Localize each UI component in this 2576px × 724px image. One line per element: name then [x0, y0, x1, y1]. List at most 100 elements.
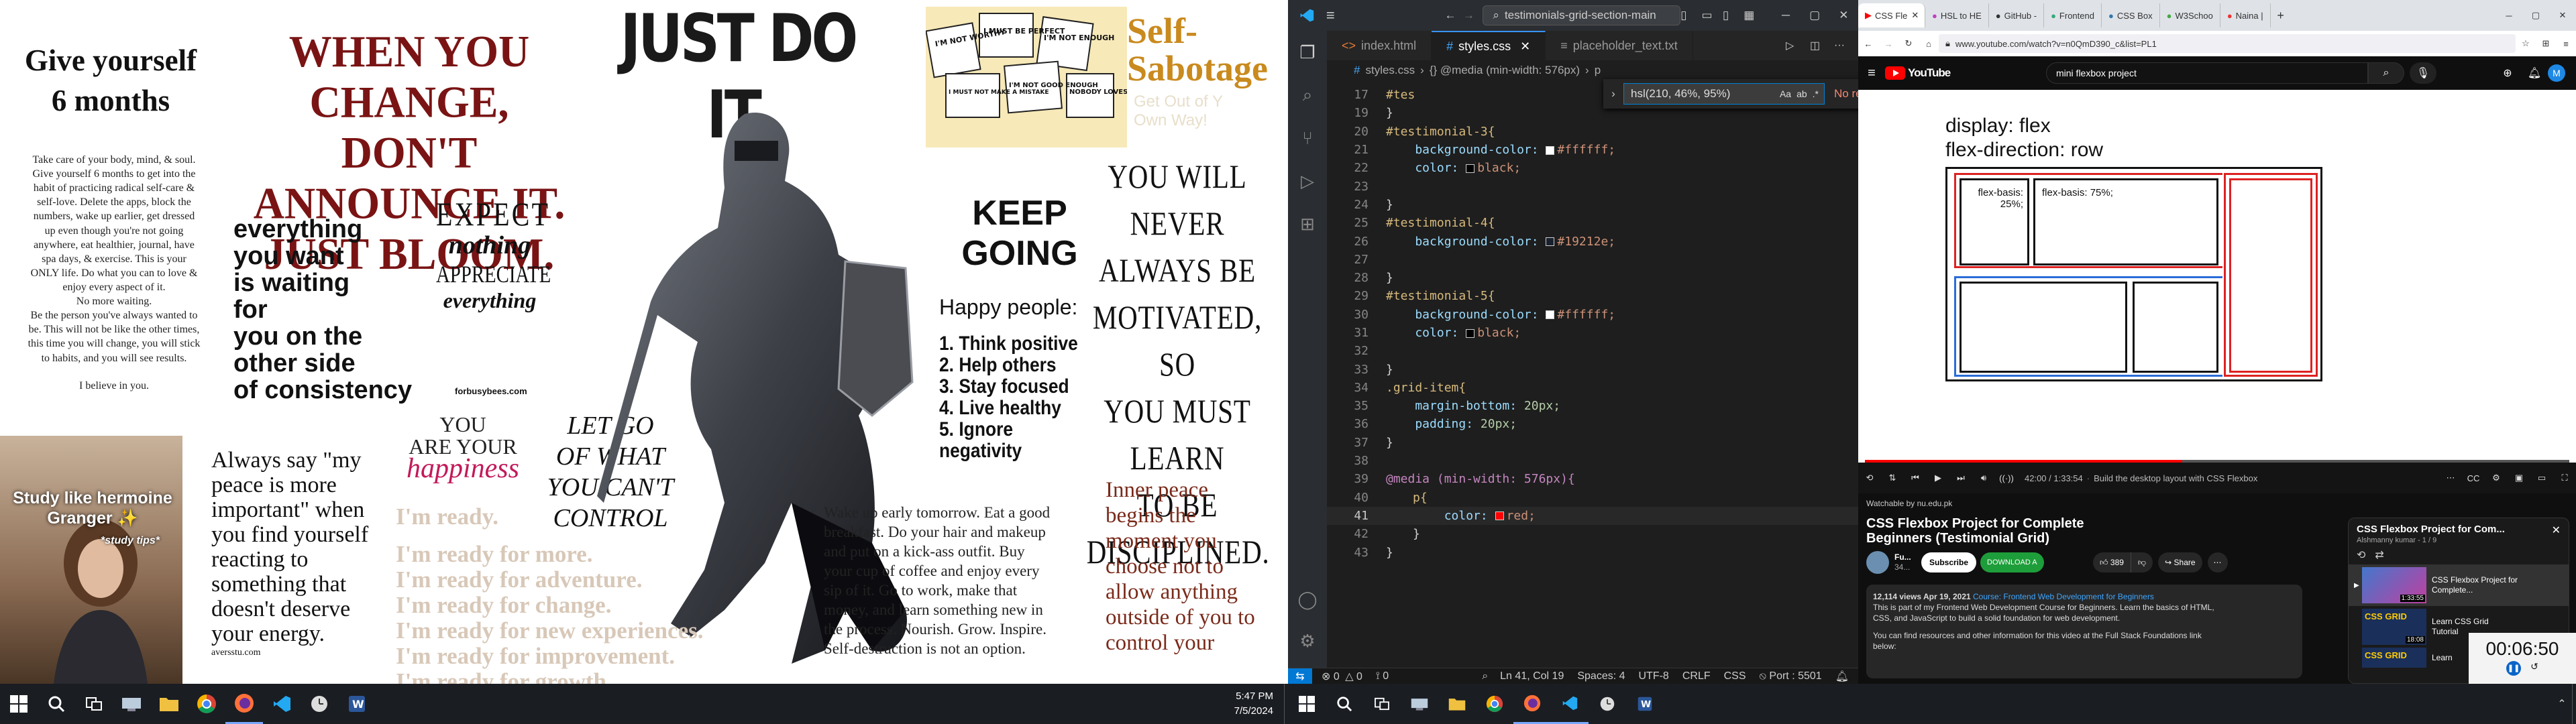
explorer-app-button[interactable] [1401, 684, 1438, 724]
settings-icon[interactable]: ⚙ [2485, 473, 2508, 483]
dislike-button[interactable]: 👎︎ [2130, 552, 2153, 572]
explorer-icon[interactable]: ❐ [1288, 31, 1327, 74]
color-swatch-icon[interactable] [1546, 145, 1555, 155]
loop-icon[interactable]: ⟲ [1858, 473, 1881, 483]
firefox-button[interactable] [1513, 684, 1551, 724]
remote-icon[interactable]: ⇆ [1288, 668, 1312, 684]
like-button[interactable]: 👍︎ 389 [2093, 552, 2131, 572]
volume-icon[interactable]: 🔊︎ [1972, 473, 1995, 483]
task-view-button[interactable] [1363, 684, 1401, 724]
breadcrumb-item[interactable]: p [1595, 64, 1601, 77]
more-actions-icon[interactable]: ··· [1834, 31, 1858, 60]
extensions-icon[interactable]: ⊞ [1288, 202, 1327, 245]
command-search-box[interactable]: ⌕ testimonials-grid-section-main [1483, 5, 1681, 25]
code-line[interactable]: 23 [1327, 177, 1858, 195]
color-swatch-icon[interactable] [1466, 328, 1475, 338]
download-button[interactable]: DOWNLOAD A [1980, 552, 2044, 572]
maximize-button[interactable]: ▢ [2522, 10, 2549, 21]
youtube-logo[interactable]: YouTube [1885, 66, 1979, 80]
code-line[interactable]: 38 [1327, 452, 1858, 470]
reset-icon[interactable]: ↺ [2530, 661, 2538, 676]
source-control-icon[interactable]: ⑂ [1288, 117, 1327, 160]
code-line[interactable]: 22 color: black; [1327, 159, 1858, 177]
language-mode[interactable]: CSS [1724, 670, 1746, 682]
playlist-item[interactable]: ▶ 1:33:55 CSS Flexbox Project for Comple… [2349, 564, 2569, 606]
maximize-button[interactable]: ▢ [1801, 9, 1829, 22]
close-tab-icon[interactable]: ✕ [1520, 40, 1530, 54]
explorer-app-button[interactable] [113, 684, 150, 724]
minimize-button[interactable]: ─ [2496, 11, 2522, 21]
file-explorer-button[interactable] [150, 684, 188, 724]
code-line[interactable]: 32 [1327, 342, 1858, 360]
run-icon[interactable]: ▷ [1786, 31, 1810, 60]
layout-sidebar-icon[interactable]: ▯ [1680, 9, 1701, 22]
vscode-button[interactable] [1551, 684, 1589, 724]
show-desktop-button[interactable] [2572, 684, 2576, 724]
problems-indicator[interactable]: ⊗ 0 △ 0 [1322, 670, 1362, 683]
whole-word-icon[interactable]: ab [1796, 88, 1807, 99]
loop-icon[interactable]: ⟲ [2357, 548, 2365, 562]
code-editor[interactable]: 17 #tes 19} 20 #testimonial-3{21 background-… [1327, 86, 1858, 562]
browser-tab[interactable]: ▶ CSS Fle ✕ [1858, 3, 1925, 27]
fullscreen-icon[interactable]: ⛶ [2553, 473, 2576, 483]
create-icon[interactable]: ⊕ [2494, 66, 2521, 80]
gear-icon[interactable]: ⚙ [1288, 619, 1327, 662]
regex-icon[interactable]: .* [1813, 88, 1819, 99]
subscribe-button[interactable]: Subscribe [1921, 552, 1977, 572]
chapter-title[interactable]: Build the desktop layout with CSS Flexbo… [2094, 473, 2257, 483]
match-case-icon[interactable]: Aa [1780, 88, 1791, 99]
split-editor-icon[interactable]: ◫ [1810, 31, 1834, 60]
tab-styles-css[interactable]: # styles.css ✕ [1432, 31, 1546, 60]
home-icon[interactable]: ⌂ [1919, 39, 1939, 49]
browser-tab[interactable]: ● HSL to HE [1925, 3, 1989, 27]
color-swatch-icon[interactable] [1546, 310, 1555, 320]
menu-icon[interactable]: ≡ [2556, 39, 2576, 49]
ports-indicator[interactable]: ⟟ 0 [1376, 670, 1389, 682]
firefox-button[interactable] [225, 684, 263, 724]
code-line[interactable]: 37} [1327, 434, 1858, 452]
video-player[interactable]: display: flex flex-direction: row flex-b… [1858, 90, 2576, 493]
voice-search-icon[interactable]: 🎙︎ [2410, 62, 2436, 84]
chrome-button[interactable] [188, 684, 225, 724]
color-swatch-icon[interactable] [1466, 164, 1475, 173]
breadcrumb-item[interactable]: {} @media (min-width: 576px) [1430, 64, 1580, 77]
hamburger-icon[interactable]: ≡ [1858, 66, 1885, 81]
browser-tab[interactable]: ● GitHub - [1989, 3, 2045, 27]
code-line[interactable]: 40 p{ [1327, 489, 1858, 507]
code-line[interactable]: 42} [1327, 525, 1858, 543]
forward-icon[interactable]: → [1878, 39, 1898, 49]
shuffle-icon[interactable]: ⇄ [2375, 548, 2383, 562]
find-input[interactable]: hsl(210, 46%, 95%) Aa ab .* [1623, 83, 1825, 105]
miniplayer-icon[interactable]: ▣ [2508, 473, 2530, 483]
color-swatch-icon[interactable] [1495, 511, 1504, 521]
code-line[interactable]: 39 @media (min-width: 576px){ [1327, 470, 1858, 488]
avatar[interactable]: M [2548, 64, 2565, 82]
code-line[interactable]: 41 color: red; [1327, 506, 1858, 526]
layout-secondary-icon[interactable]: ▯ [1723, 9, 1743, 22]
pause-button[interactable]: ❚❚ [2506, 661, 2522, 676]
start-button[interactable] [0, 684, 38, 724]
code-line[interactable]: 36 padding: 20px; [1327, 415, 1858, 433]
tray-chevron-icon[interactable]: ⌃ [2552, 697, 2572, 711]
new-tab-button[interactable]: + [2271, 9, 2291, 23]
notifications-icon[interactable]: 🔔︎ [2521, 66, 2548, 80]
search-icon[interactable]: ⌕ [1288, 74, 1327, 117]
tab-index-html[interactable]: <> index.html [1327, 31, 1432, 60]
description-box[interactable]: 12,114 views Apr 19, 2021 Course: Fronte… [1866, 585, 2302, 678]
extensions-icon[interactable]: ⊞ [2536, 38, 2556, 49]
reload-icon[interactable]: ↻ [1898, 38, 1919, 49]
task-view-button[interactable] [75, 684, 113, 724]
channel-name[interactable]: Fu... [1894, 552, 1921, 562]
minimize-button[interactable]: ─ [1771, 9, 1800, 22]
chrome-button[interactable] [1476, 684, 1513, 724]
code-line[interactable]: 35 margin-bottom: 20px; [1327, 397, 1858, 415]
clock-app-button[interactable] [1589, 684, 1626, 724]
code-line[interactable]: 29 #testimonial-5{ [1327, 287, 1858, 305]
youtube-search-button[interactable]: ⌕ [2368, 62, 2404, 84]
previous-icon[interactable]: ⏮︎ [1904, 473, 1927, 483]
browser-tab[interactable]: ● CSS Box [2102, 3, 2160, 27]
live-icon[interactable]: ((·)) [1995, 473, 2018, 483]
file-explorer-button[interactable] [1438, 684, 1476, 724]
color-swatch-icon[interactable] [1546, 237, 1555, 247]
code-line[interactable]: 25 #testimonial-4{ [1327, 214, 1858, 232]
